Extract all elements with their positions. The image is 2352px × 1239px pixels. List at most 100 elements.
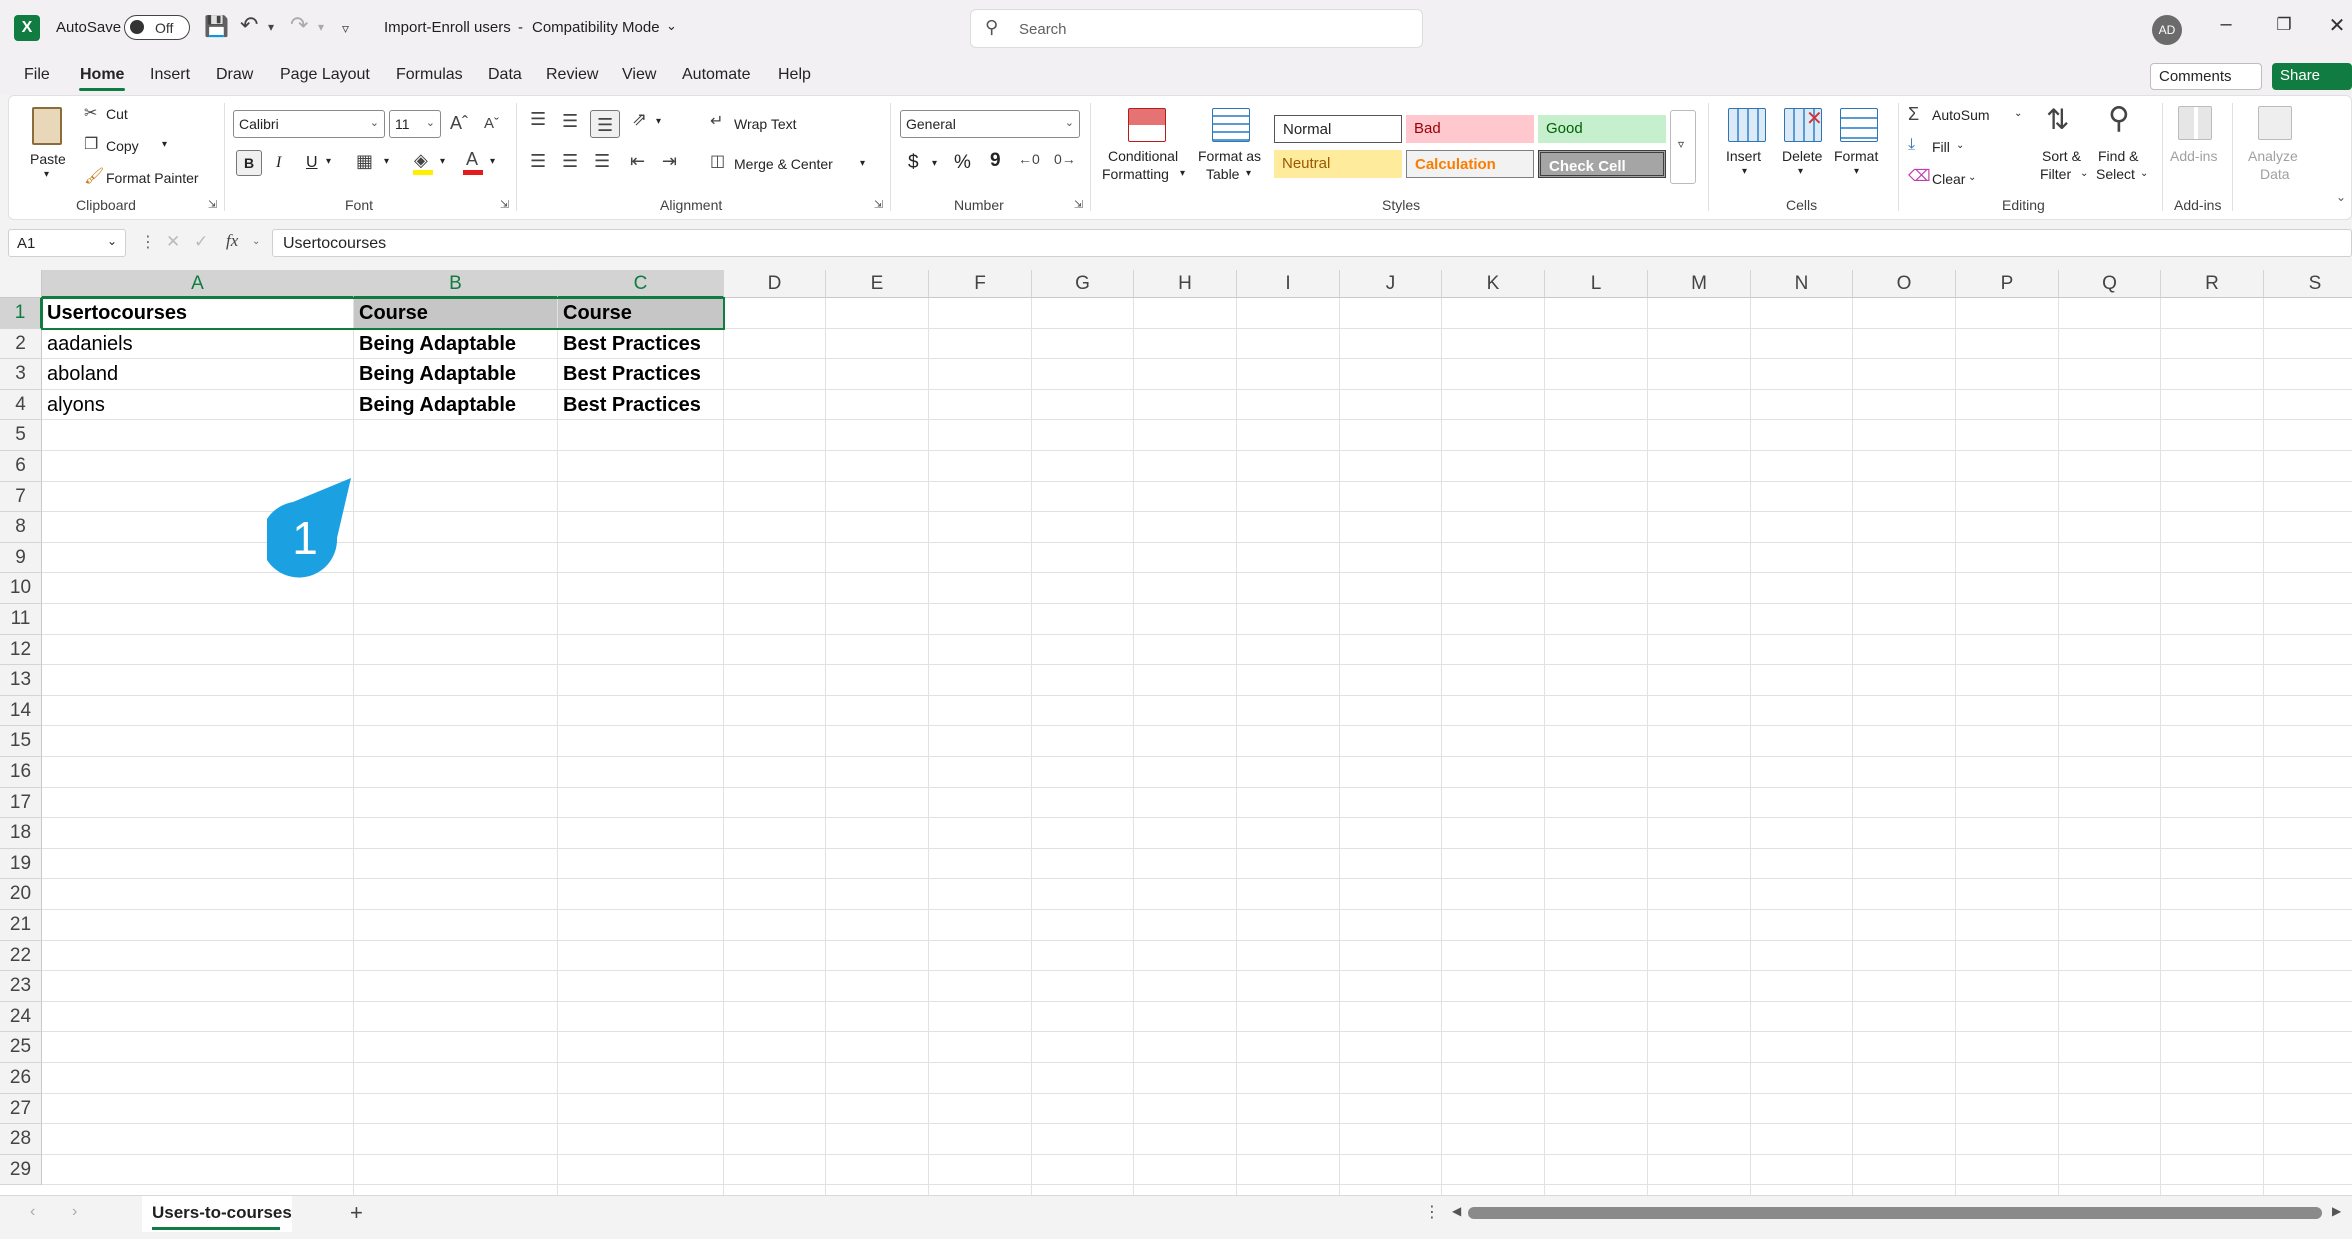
comma-button[interactable]: 9 bbox=[990, 150, 1001, 172]
redo-dropdown-icon[interactable]: ▾ bbox=[318, 20, 324, 34]
align-bottom-button[interactable]: ☰ bbox=[590, 110, 620, 138]
align-middle-icon[interactable]: ☰ bbox=[562, 112, 578, 130]
row-header-29[interactable]: 29 bbox=[0, 1154, 42, 1186]
cell-b1[interactable]: Course bbox=[354, 298, 557, 328]
sheet-tab-users-to-courses[interactable]: Users-to-courses bbox=[142, 1196, 292, 1232]
tab-insert[interactable]: Insert bbox=[150, 66, 190, 84]
column-header-e[interactable]: E bbox=[826, 270, 929, 298]
style-calculation[interactable]: Calculation bbox=[1406, 150, 1534, 178]
comments-button[interactable]: Comments bbox=[2150, 63, 2262, 90]
font-color-icon[interactable]: A bbox=[466, 150, 478, 168]
italic-button[interactable]: I bbox=[276, 154, 281, 172]
undo-icon[interactable]: ↶ bbox=[240, 12, 258, 38]
increase-decimal-icon[interactable]: ←0 bbox=[1018, 152, 1040, 166]
search-box[interactable]: ⚲ Search bbox=[970, 9, 1423, 48]
row-header-21[interactable]: 21 bbox=[0, 910, 42, 941]
font-name-dropdown[interactable]: Calibri ⌄ bbox=[233, 110, 385, 138]
currency-button[interactable]: $ bbox=[908, 152, 919, 174]
tab-page-layout[interactable]: Page Layout bbox=[280, 66, 370, 84]
row-header-2[interactable]: 2 bbox=[0, 328, 42, 360]
sort-filter-button[interactable]: ⇅ Sort & Filter ⌄ bbox=[2036, 104, 2096, 188]
style-normal[interactable]: Normal bbox=[1274, 115, 1402, 143]
format-painter-button[interactable]: 🖌 Format Painter bbox=[82, 168, 212, 190]
insert-function-icon[interactable]: fx bbox=[226, 231, 238, 251]
cell-c1[interactable]: Course bbox=[558, 298, 723, 328]
previous-sheet-icon[interactable]: ‹ bbox=[30, 1203, 35, 1221]
column-header-o[interactable]: O bbox=[1853, 270, 1956, 298]
minimize-icon[interactable]: – bbox=[2206, 13, 2246, 36]
column-header-b[interactable]: B bbox=[354, 270, 558, 298]
orientation-dropdown-icon[interactable]: ▾ bbox=[656, 116, 661, 127]
copy-button[interactable]: ❐ Copy ▾ bbox=[82, 136, 178, 158]
increase-indent-icon[interactable]: ⇥ bbox=[662, 152, 677, 170]
spreadsheet-grid[interactable]: ABCDEFGHIJKLMNOPQRS 1 2 3 4 5 6 7 8 9 10 11 12 13 14 1… bbox=[0, 270, 2352, 1195]
tab-draw[interactable]: Draw bbox=[216, 66, 253, 84]
select-all-corner[interactable] bbox=[0, 270, 42, 298]
row-header-10[interactable]: 10 bbox=[0, 573, 42, 604]
horizontal-scrollbar[interactable] bbox=[1468, 1207, 2322, 1219]
ribbon-collapse-icon[interactable]: ⌄ bbox=[2336, 190, 2346, 204]
row-header-9[interactable]: 9 bbox=[0, 542, 42, 574]
confirm-entry-icon[interactable]: ✓ bbox=[194, 232, 208, 252]
alignment-launcher-icon[interactable]: ⇲ bbox=[874, 198, 883, 211]
row-header-16[interactable]: 16 bbox=[0, 757, 42, 788]
row-header-11[interactable]: 11 bbox=[0, 604, 42, 635]
name-box[interactable]: A1 ⌄ bbox=[8, 229, 126, 257]
row-header-17[interactable]: 17 bbox=[0, 787, 42, 819]
increase-font-icon[interactable]: Aˆ bbox=[450, 114, 468, 132]
column-header-h[interactable]: H bbox=[1134, 270, 1237, 298]
conditional-formatting-button[interactable]: Conditional Formatting ▾ bbox=[1100, 104, 1196, 188]
clear-button[interactable]: ⌫ Clear ⌄ bbox=[1906, 168, 1996, 192]
autosave-toggle[interactable]: Off bbox=[124, 15, 190, 40]
add-sheet-button[interactable]: + bbox=[350, 1200, 363, 1226]
format-cells-button[interactable]: Format ▾ bbox=[1830, 104, 1890, 188]
column-header-i[interactable]: I bbox=[1237, 270, 1340, 298]
style-neutral[interactable]: Neutral bbox=[1274, 150, 1402, 178]
tab-home[interactable]: Home bbox=[80, 66, 124, 84]
fill-color-icon[interactable]: ◈ bbox=[414, 151, 428, 169]
number-launcher-icon[interactable]: ⇲ bbox=[1074, 198, 1083, 211]
row-header-20[interactable]: 20 bbox=[0, 879, 42, 910]
row-header-13[interactable]: 13 bbox=[0, 665, 42, 696]
cell-c4[interactable]: Best Practices bbox=[558, 390, 723, 420]
compatibility-mode[interactable]: Compatibility Mode bbox=[532, 19, 660, 36]
row-header-6[interactable]: 6 bbox=[0, 451, 42, 482]
row-header-1[interactable]: 1 bbox=[0, 298, 42, 329]
paste-button[interactable]: Paste ▾ bbox=[24, 103, 74, 183]
save-icon[interactable]: 💾 bbox=[204, 14, 229, 39]
autosum-button[interactable]: Σ AutoSum ⌄ bbox=[1906, 104, 2030, 128]
tab-view[interactable]: View bbox=[622, 66, 656, 84]
row-header-18[interactable]: 18 bbox=[0, 818, 42, 849]
bold-button[interactable]: B bbox=[236, 150, 262, 176]
restore-icon[interactable]: ❐ bbox=[2264, 15, 2304, 35]
add-ins-button[interactable]: Add-ins bbox=[2168, 104, 2228, 188]
cut-button[interactable]: ✂ Cut bbox=[82, 104, 152, 126]
fill-button[interactable]: ⤓ Fill ⌄ bbox=[1906, 136, 1986, 160]
font-color-dropdown-icon[interactable]: ▾ bbox=[490, 156, 495, 167]
number-format-dropdown[interactable]: General ⌄ bbox=[900, 110, 1080, 138]
cell-b2[interactable]: Being Adaptable bbox=[354, 329, 557, 359]
column-header-k[interactable]: K bbox=[1442, 270, 1545, 298]
column-header-a[interactable]: A bbox=[42, 270, 354, 298]
underline-dropdown-icon[interactable]: ▾ bbox=[326, 156, 331, 167]
close-icon[interactable]: ✕ bbox=[2322, 13, 2352, 38]
align-center-icon[interactable]: ☰ bbox=[562, 152, 578, 170]
column-header-r[interactable]: R bbox=[2161, 270, 2264, 298]
row-header-7[interactable]: 7 bbox=[0, 481, 42, 513]
decrease-indent-icon[interactable]: ⇤ bbox=[630, 152, 645, 170]
borders-dropdown-icon[interactable]: ▾ bbox=[384, 156, 389, 167]
undo-dropdown-icon[interactable]: ▾ bbox=[268, 20, 274, 34]
avatar[interactable]: AD bbox=[2152, 15, 2182, 45]
row-header-5[interactable]: 5 bbox=[0, 420, 42, 451]
borders-icon[interactable]: ▦ bbox=[356, 152, 373, 170]
align-top-icon[interactable]: ☰ bbox=[530, 110, 546, 128]
row-header-22[interactable]: 22 bbox=[0, 940, 42, 972]
tab-data[interactable]: Data bbox=[488, 66, 522, 84]
cell-a1[interactable]: Usertocourses bbox=[42, 298, 353, 328]
formula-expand-icon[interactable]: ⌄ bbox=[252, 236, 260, 247]
row-header-3[interactable]: 3 bbox=[0, 359, 42, 390]
tab-formulas[interactable]: Formulas bbox=[396, 66, 463, 84]
row-header-4[interactable]: 4 bbox=[0, 389, 42, 421]
cell-b3[interactable]: Being Adaptable bbox=[354, 359, 557, 389]
title-chevron-down-icon[interactable]: ⌄ bbox=[666, 18, 677, 34]
